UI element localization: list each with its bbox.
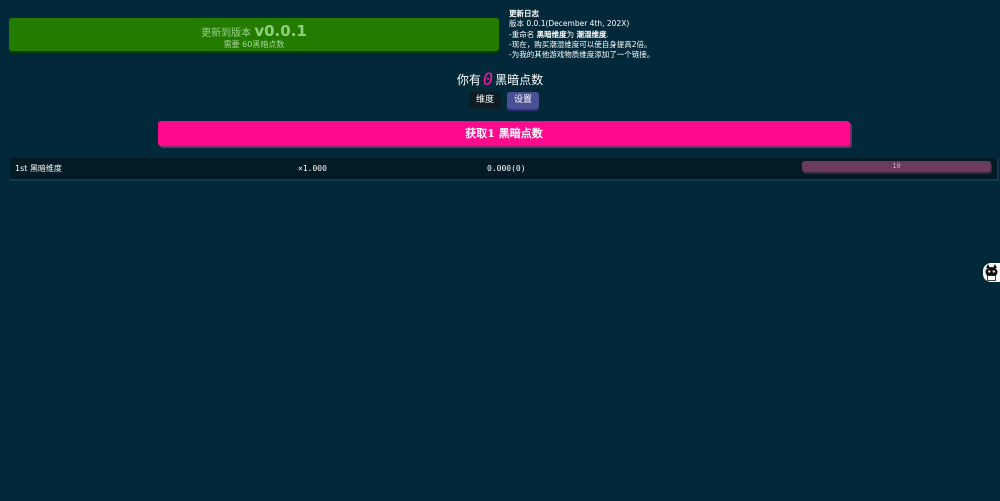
- dimension-amount: 0.000(0): [487, 164, 526, 173]
- points-suffix: 黑暗点数: [495, 73, 544, 87]
- update-title-prefix: 更新到版本: [201, 28, 252, 39]
- changelog-line-3: -为我的其他游戏物质维度添加了一个链接。: [509, 50, 655, 60]
- changelog-version-line: 版本 0.0.1(December 4th, 202X): [509, 19, 630, 29]
- changelog-title: 更新日志: [509, 9, 539, 18]
- changelog-line-1-end: .: [606, 29, 609, 39]
- gain-points-button[interactable]: 获取1 黑暗点数: [158, 121, 850, 146]
- update-cost: 需要 60黑暗点数: [223, 40, 285, 49]
- cat-avatar-icon[interactable]: [983, 263, 1000, 282]
- changelog: 更新日志 版本 0.0.1(December 4th, 202X) -重命名 黑…: [509, 9, 809, 60]
- points-prefix: 你有: [456, 73, 481, 87]
- points-display: 你有 0 黑暗点数: [0, 70, 1000, 90]
- dimension-multiplier: ×1.000: [298, 164, 327, 173]
- tab-dimensions[interactable]: 维度: [469, 92, 501, 109]
- update-title: 更新到版本 v0.0.1: [9, 22, 499, 40]
- dimension-name: 1st 黑暗维度: [15, 164, 62, 173]
- changelog-line-2: -现在，购买潮湿维度可以使自身提高2倍。: [509, 39, 652, 49]
- buy-dimension-button[interactable]: 10: [802, 161, 991, 172]
- changelog-line-1-prefix: -重命名: [509, 29, 537, 39]
- changelog-line-1-mid: 为: [566, 29, 577, 39]
- tab-settings[interactable]: 设置: [507, 92, 539, 109]
- update-version-button[interactable]: 更新到版本 v0.0.1 需要 60黑暗点数: [9, 18, 499, 51]
- points-amount: 0: [482, 70, 494, 90]
- dimension-row: 1st 黑暗维度 ×1.000 0.000(0) 10: [10, 158, 999, 181]
- update-version-number: v0.0.1: [254, 22, 307, 40]
- changelog-line-1: -重命名 黑暗维度为 潮湿维度.: [509, 30, 809, 40]
- changelog-line-1-from: 黑暗维度: [536, 29, 567, 39]
- game-page: 更新到版本 v0.0.1 需要 60黑暗点数 更新日志 版本 0.0.1(Dec…: [0, 0, 1000, 501]
- changelog-line-1-to: 潮湿维度: [576, 29, 607, 39]
